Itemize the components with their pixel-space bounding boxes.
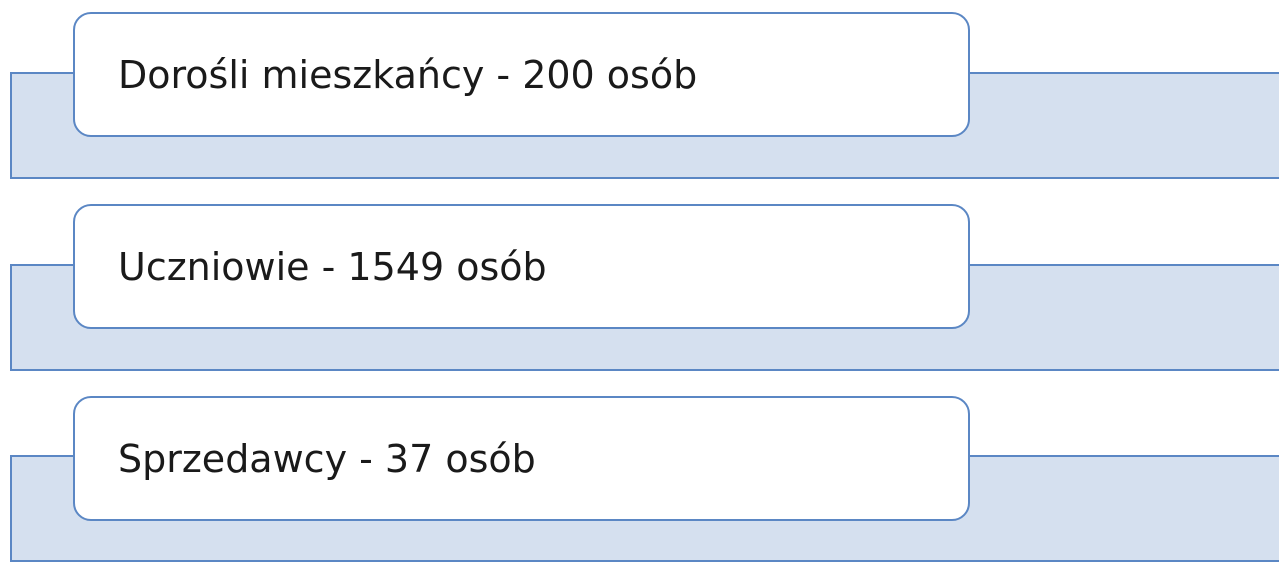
list-item: Sprzedawcy - 37 osób bbox=[0, 383, 1279, 563]
list-item: Dorośli mieszkańcy - 200 osób bbox=[0, 0, 1279, 180]
item-card: Sprzedawcy - 37 osób bbox=[73, 396, 970, 521]
item-label: Dorośli mieszkańcy - 200 osób bbox=[118, 52, 698, 97]
item-card: Dorośli mieszkańcy - 200 osób bbox=[73, 12, 970, 137]
item-card: Uczniowie - 1549 osób bbox=[73, 204, 970, 329]
item-label: Uczniowie - 1549 osób bbox=[118, 244, 547, 289]
item-label: Sprzedawcy - 37 osób bbox=[118, 436, 536, 481]
list-item: Uczniowie - 1549 osób bbox=[0, 192, 1279, 372]
